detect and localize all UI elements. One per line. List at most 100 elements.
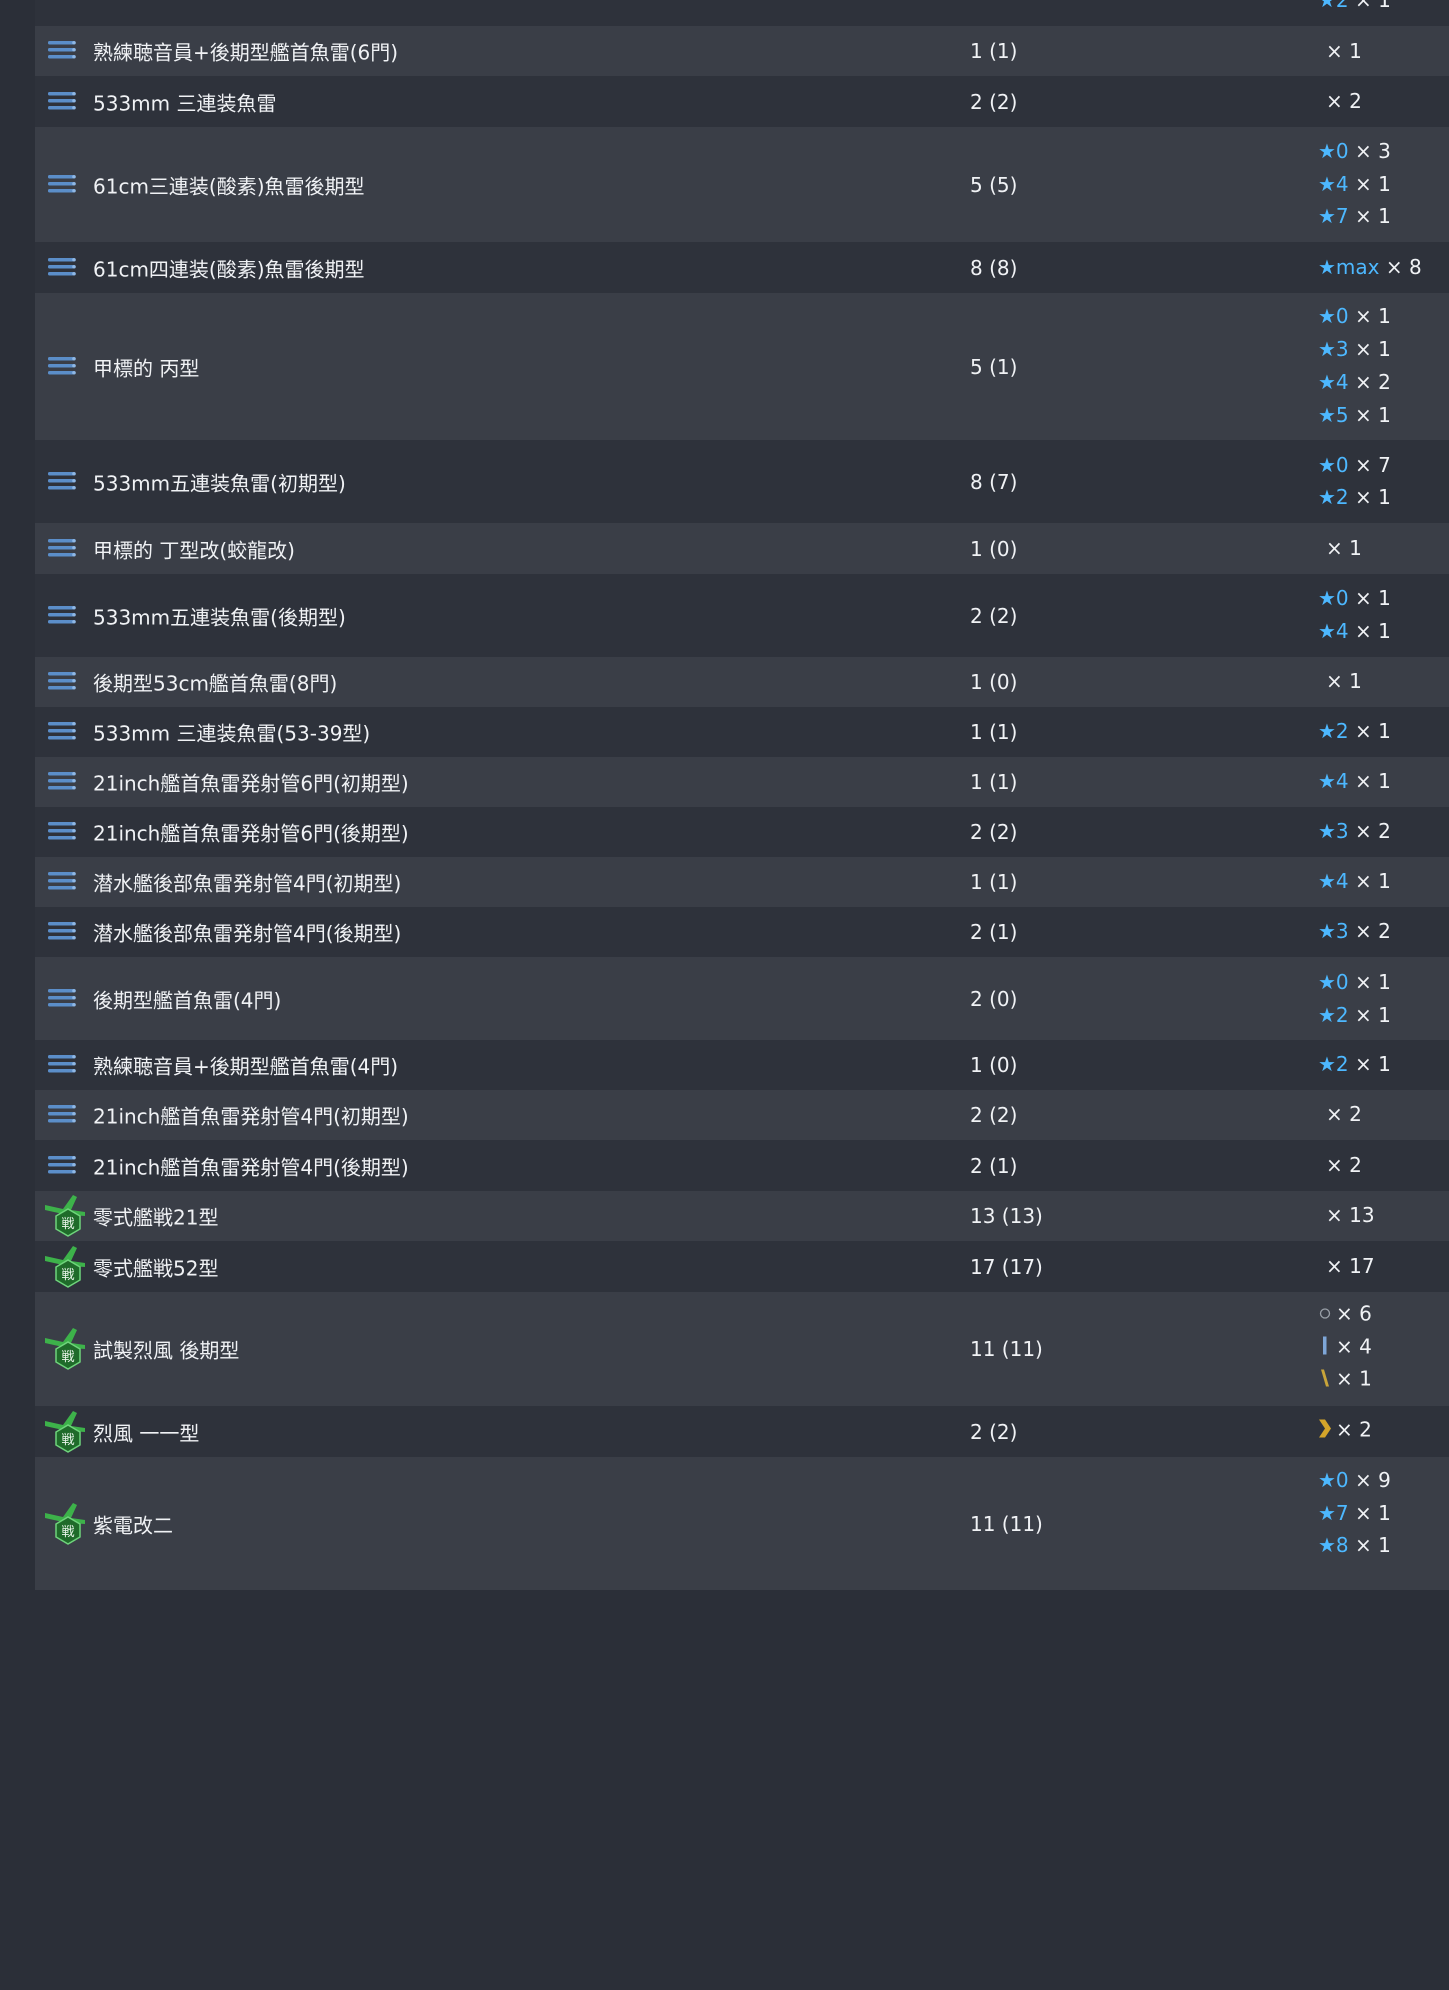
equipment-count: 17 (17) [970,1254,1043,1279]
equipment-name: 熟練聴音員+後期型艦首魚雷(6門) [93,40,399,65]
improvement-entry: ★0 × 3 [1318,139,1391,163]
improvement-quantity: × 13 [1326,1203,1375,1227]
improvement-entry: × 13 [1326,1203,1375,1227]
improvement-quantity: × 1 [1355,403,1391,427]
improvement-quantity: × 3 [1355,139,1391,163]
table-row[interactable]: 甲標的 丁型改(蛟龍改) 1 (0) × 1 [35,523,1449,574]
improvement-entry: ★2 × 1 [1318,485,1391,509]
improvement-entry: × 4 [1318,1335,1372,1362]
svg-text:戦: 戦 [61,1268,74,1283]
improvement-star-label: ★max [1318,255,1380,279]
improvement-entry: × 2 [1326,1102,1362,1126]
improvement-entry: × 1 [1326,536,1362,560]
equipment-name: 紫電改二 [93,1513,173,1537]
table-row[interactable]: 後期型艦首魚雷(4門) 2 (0) ★0 × 1 ★2 × 1 [35,957,1449,1040]
improvement-star-label: ★0 [1318,970,1349,994]
improvement-quantity: × 1 [1326,39,1362,63]
improvement-quantity: × 1 [1355,204,1391,228]
improvement-star-label: ★5 [1318,403,1349,427]
table-row[interactable]: 533mm五連装魚雷(初期型) 8 (7) ★0 × 7 ★2 × 1 [35,440,1449,523]
improvement-entry: × 17 [1326,1254,1375,1278]
equipment-count: 11 (11) [970,1337,1043,1361]
equipment-count: 2 (2) [970,820,1018,844]
improvement-quantity: × 1 [1355,1533,1391,1557]
improvement-quantity: × 2 [1326,1102,1362,1126]
improvement-quantity: × 1 [1355,1501,1391,1525]
improvement-entry: ★2 × 1 [1318,1003,1391,1027]
improvement-star-label: ★7 [1318,204,1349,228]
improvement-entry: × 2 [1318,1418,1372,1445]
table-row[interactable]: 61cm四連装(酸素)魚雷後期型 8 (8) ★max × 8 [35,242,1449,293]
table-row[interactable]: 533mm五連装魚雷(後期型) 2 (2) ★0 × 1 ★4 × 1 [35,574,1449,657]
improvement-quantity: × 1 [1355,0,1391,12]
table-row[interactable]: 戦 烈風 一一型 2 (2) × 2 [35,1406,1449,1457]
improvement-entry: ★0 × 9 [1318,1468,1391,1492]
torpedo-icon [47,89,77,115]
torpedo-icon [47,172,77,198]
table-row[interactable]: 熟練聴音員+後期型艦首魚雷(6門) 1 (1) × 1 [35,26,1449,76]
table-row[interactable]: 甲標的 丙型 5 (1) ★0 × 1 ★3 × 1 ★4 × 2 ★5 × 1 [35,293,1449,440]
improvement-entry: ★2 × 1 [1318,0,1391,12]
equipment-count: 1 (1) [970,770,1018,794]
improvement-entry: × 1 [1326,39,1362,63]
equipment-count: 5 (1) [970,354,1018,379]
improvement-quantity: × 1 [1355,719,1391,743]
improvement-star-label: ★0 [1318,453,1349,477]
improvement-star-label: ★4 [1318,769,1349,793]
improvement-quantity: × 2 [1326,89,1362,113]
equipment-count: 1 (1) [970,870,1018,894]
table-row[interactable]: 21inch艦首魚雷発射管6門(初期型) 1 (1) ★4 × 1 [35,757,1449,807]
improvement-entry: ★0 × 1 [1318,970,1391,994]
equipment-count: 8 (8) [970,255,1018,280]
torpedo-icon [47,919,77,945]
torpedo-icon [47,719,77,745]
improvement-entry: ★0 × 1 [1318,586,1391,610]
improvement-entry: ★3 × 2 [1318,819,1391,843]
torpedo-icon [47,38,77,64]
improvement-star-label: ★4 [1318,869,1349,893]
improvement-star-label: ★0 [1318,139,1349,163]
improvement-quantity: × 1 [1355,304,1391,328]
table-row[interactable]: 61cm三連装(酸素)魚雷後期型 5 (5) ★0 × 3 ★4 × 1 ★7 × 1 [35,127,1449,242]
improvement-star-label: ★7 [1318,1501,1349,1525]
table-row[interactable]: 21inch艦首魚雷発射管4門(後期型) 2 (1) × 2 [35,1140,1449,1191]
table-row[interactable]: 533mm 三連装魚雷 2 (2) × 2 [35,76,1449,127]
equipment-name: 533mm 三連装魚雷(53-39型) [93,721,371,746]
equipment-name: 61cm四連装(酸素)魚雷後期型 [93,257,365,281]
improvement-star-label: ★4 [1318,619,1349,643]
equipment-count: 8 (7) [970,469,1018,494]
improvement-quantity: × 1 [1355,1052,1391,1076]
table-row[interactable]: 戦 試製烈風 後期型 11 (11) × 6 × 4 × 1 [35,1292,1449,1406]
improvement-quantity: × 1 [1326,536,1362,560]
equipment-count: 2 (2) [970,1419,1018,1444]
improvement-entry: ★4 × 1 [1318,869,1391,893]
improvement-star-label: ★2 [1318,1052,1349,1076]
torpedo-icon [47,819,77,845]
table-row[interactable]: 戦紫電改二 11 (11) ★0 × 9 ★7 × 1 ★8 × 1 [35,1457,1449,1590]
equipment-name: 533mm五連装魚雷(後期型) [93,605,346,629]
torpedo-icon [47,469,77,495]
torpedo-icon [47,1102,77,1128]
table-row[interactable]: 後期型53cm艦首魚雷(8門) 1 (0) × 1 [35,657,1449,707]
table-row[interactable]: 21inch艦首魚雷発射管4門(初期型) 2 (2) × 2 [35,1090,1449,1140]
svg-text:戦: 戦 [61,1525,74,1540]
table-row[interactable]: 21inch艦首魚雷発射管6門(後期型) 2 (2) ★3 × 2 [35,807,1449,857]
table-row[interactable]: 潜水艦後部魚雷発射管4門(初期型) 1 (1) ★4 × 1 [35,857,1449,907]
improvement-entry: ★0 × 1 [1318,304,1391,328]
equipment-count: 5 (5) [970,172,1018,197]
improvement-entry: ★4 × 1 [1318,769,1391,793]
improvement-quantity: × 1 [1326,669,1362,693]
equipment-name: 21inch艦首魚雷発射管6門(初期型) [93,771,409,796]
equipment-count: 1 (0) [970,670,1018,694]
table-row[interactable]: 熟練聴音員+後期型艦首魚雷(4門) 1 (0) ★2 × 1 [35,1040,1449,1090]
table-row[interactable]: ★2 × 1 [35,0,1449,26]
equipment-name: 潜水艦後部魚雷発射管4門(初期型) [93,871,402,896]
table-row[interactable]: 潜水艦後部魚雷発射管4門(後期型) 2 (1) ★3 × 2 [35,907,1449,957]
table-row[interactable]: 533mm 三連装魚雷(53-39型) 1 (1) ★2 × 1 [35,707,1449,757]
improvement-entry: ★8 × 1 [1318,1533,1391,1557]
improvement-quantity: × 1 [1355,619,1391,643]
table-row[interactable]: 戦 零式艦戦21型 13 (13) × 13 [35,1191,1449,1241]
table-row[interactable]: 戦 零式艦戦52型 17 (17) × 17 [35,1241,1449,1292]
improvement-entry: ★5 × 1 [1318,403,1391,427]
improvement-entry: × 6 [1318,1302,1372,1329]
